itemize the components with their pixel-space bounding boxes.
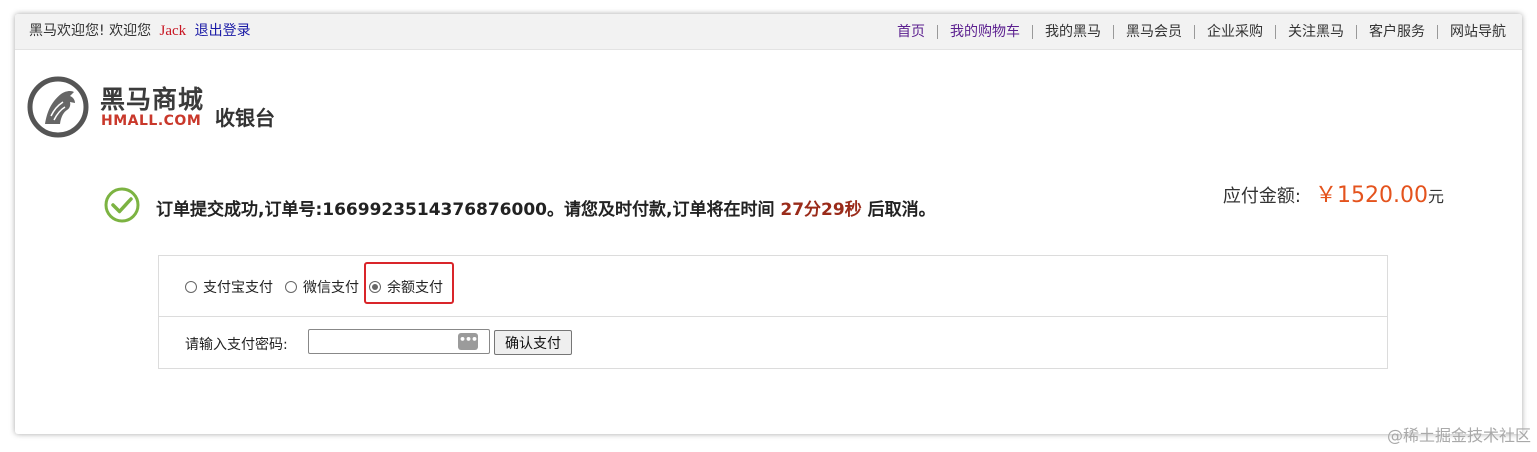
page-card: 黑马欢迎您! 欢迎您 Jack 退出登录 首页 我的购物车 我的黑马 黑马会员 … (15, 14, 1522, 434)
payment-panel: 支付宝支付 微信支付 余额支付 请输入支付密码: ••• 确认支付 (158, 255, 1388, 369)
welcome-area: 黑马欢迎您! 欢迎您 Jack 退出登录 (29, 14, 251, 49)
order-message-suffix: 后取消。 (867, 200, 936, 220)
countdown-timer: 27分29秒 (780, 200, 862, 220)
horse-logo-icon (27, 76, 89, 138)
password-reveal-icon[interactable]: ••• (458, 333, 478, 350)
amount-value: ￥1520.00 (1315, 183, 1428, 208)
payable-amount: 应付金额: ￥1520.00元 (1223, 177, 1444, 209)
logo-text-cn: 黑马商城 (100, 85, 205, 114)
payment-methods: 支付宝支付 微信支付 余额支付 (159, 256, 1387, 317)
password-row: 请输入支付密码: ••• 确认支付 (159, 317, 1387, 368)
order-message-prefix: 订单提交成功,订单号:1669923514376876000。请您及时付款,订单… (156, 200, 775, 220)
nav-membership[interactable]: 黑马会员 (1113, 25, 1194, 39)
check-circle-icon (104, 187, 140, 223)
method-wechat-label: 微信支付 (303, 280, 359, 296)
nav-my-heima[interactable]: 我的黑马 (1032, 25, 1113, 39)
currency-unit: 元 (1427, 187, 1444, 206)
method-alipay[interactable]: 支付宝支付 (185, 277, 273, 297)
radio-alipay[interactable] (185, 281, 197, 293)
greeting-text: 欢迎您 (109, 23, 152, 39)
logout-link[interactable]: 退出登录 (195, 23, 251, 39)
username: Jack (159, 23, 187, 39)
nav-home[interactable]: 首页 (885, 25, 937, 39)
watermark: @稀土掘金技术社区 (1386, 426, 1531, 445)
order-success-message: 订单提交成功,订单号:1669923514376876000。请您及时付款,订单… (156, 195, 936, 220)
password-label: 请输入支付密码: (185, 337, 288, 353)
radio-wechat[interactable] (285, 281, 297, 293)
method-alipay-label: 支付宝支付 (203, 280, 273, 296)
nav-cart[interactable]: 我的购物车 (937, 25, 1032, 39)
page-title: 收银台 (215, 106, 275, 130)
logo-text-en: HMALL.COM (101, 113, 202, 129)
highlight-box (364, 262, 454, 304)
nav-follow[interactable]: 关注黑马 (1275, 25, 1356, 39)
amount-label: 应付金额: (1222, 186, 1301, 207)
nav-sitemap[interactable]: 网站导航 (1437, 25, 1518, 39)
top-nav: 首页 我的购物车 我的黑马 黑马会员 企业采购 关注黑马 客户服务 网站导航 (885, 14, 1518, 39)
confirm-pay-button[interactable]: 确认支付 (494, 330, 572, 355)
welcome-text: 黑马欢迎您! (29, 23, 105, 39)
method-wechat[interactable]: 微信支付 (285, 277, 359, 297)
top-bar: 黑马欢迎您! 欢迎您 Jack 退出登录 首页 我的购物车 我的黑马 黑马会员 … (15, 14, 1522, 50)
nav-enterprise[interactable]: 企业采购 (1194, 25, 1275, 39)
nav-service[interactable]: 客户服务 (1356, 25, 1437, 39)
